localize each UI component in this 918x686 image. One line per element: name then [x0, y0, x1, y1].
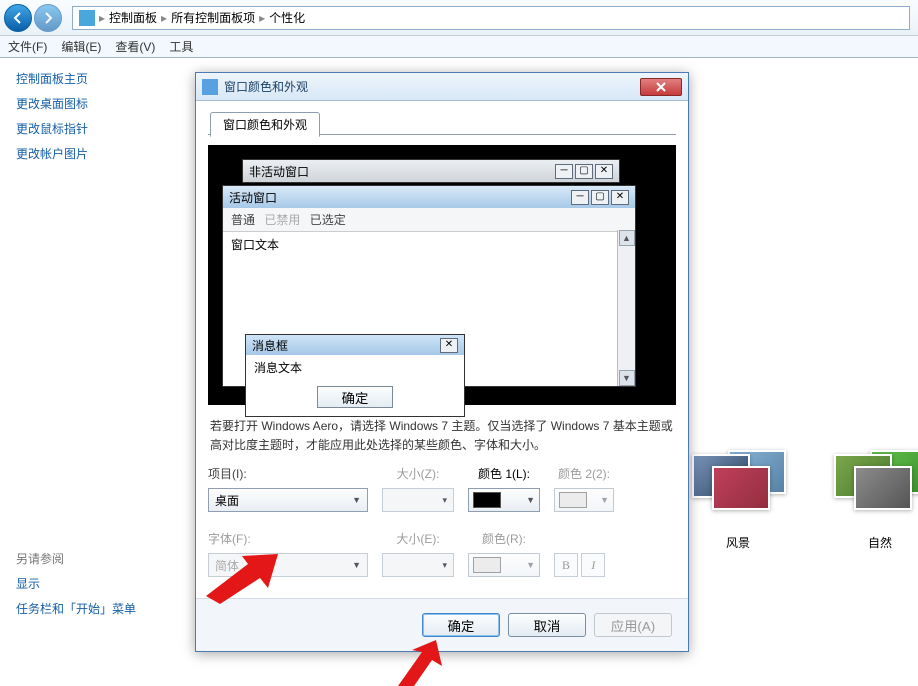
color1-label: 颜色 1(L): — [468, 465, 540, 482]
scroll-down-icon: ▼ — [619, 370, 635, 386]
sidebar: 控制面板主页 更改桌面图标 更改鼠标指针 更改帐户图片 另请参阅 显示 任务栏和… — [0, 58, 180, 686]
size-z-spinner: ▾ — [382, 488, 454, 512]
close-icon: ✕ — [611, 190, 629, 205]
control-panel-icon — [79, 10, 95, 26]
item-select[interactable]: 桌面 ▼ — [208, 488, 368, 512]
appearance-preview: 非活动窗口 ─ ▢ ✕ 活动窗口 ─ ▢ ✕ — [208, 145, 676, 405]
minimize-icon: ─ — [571, 190, 589, 205]
color2-label: 颜色 2(2): — [554, 465, 614, 482]
ok-button[interactable]: 确定 — [422, 613, 500, 637]
maximize-icon: ▢ — [575, 164, 593, 179]
preview-menu-disabled: 已禁用 — [264, 213, 300, 227]
theme-nature-label: 自然 — [832, 534, 918, 551]
preview-msg-title: 消息框 — [252, 337, 288, 354]
theme-nature[interactable]: 自然 — [832, 444, 918, 551]
theme-scenery-label: 风景 — [690, 534, 786, 551]
dialog-title-text: 窗口颜色和外观 — [224, 78, 640, 95]
annotation-arrow-icon — [206, 554, 278, 604]
maximize-icon: ▢ — [591, 190, 609, 205]
size-z-label: 大小(Z): — [382, 465, 454, 482]
dialog-tabbar: 窗口颜色和外观 — [208, 109, 676, 135]
preview-menu-normal: 普通 — [231, 213, 255, 227]
sidebar-link-desktop-icons[interactable]: 更改桌面图标 — [16, 95, 164, 112]
font-label: 字体(F): — [208, 530, 368, 547]
preview-msg-text: 消息文本 — [246, 355, 464, 382]
size-e-label: 大小(E): — [382, 530, 454, 547]
sidebar-link-display[interactable]: 显示 — [16, 575, 164, 592]
menu-tools[interactable]: 工具 — [169, 38, 193, 55]
item-label: 项目(I): — [208, 465, 368, 482]
preview-menu-selected: 已选定 — [310, 213, 346, 227]
preview-active-title: 活动窗口 — [229, 189, 277, 206]
menu-view[interactable]: 查看(V) — [115, 38, 155, 55]
dialog-titlebar[interactable]: 窗口颜色和外观 — [196, 73, 688, 101]
explorer-navbar: ▸ 控制面板 ▸ 所有控制面板项 ▸ 个性化 — [0, 0, 918, 36]
scroll-up-icon: ▲ — [619, 230, 635, 246]
minimize-icon: ─ — [555, 164, 573, 179]
color1-button[interactable]: ▼ — [468, 488, 540, 512]
preview-inactive-title: 非活动窗口 — [249, 163, 309, 180]
nav-back-button[interactable] — [4, 4, 32, 32]
menu-file[interactable]: 文件(F) — [8, 38, 47, 55]
menu-bar: 文件(F) 编辑(E) 查看(V) 工具 — [0, 36, 918, 58]
close-icon: ✕ — [595, 164, 613, 179]
color-r-label: 颜色(R): — [468, 530, 540, 547]
tab-window-color[interactable]: 窗口颜色和外观 — [210, 112, 320, 137]
sidebar-see-also-label: 另请参阅 — [16, 552, 64, 566]
breadcrumb-mid[interactable]: 所有控制面板项 — [171, 9, 255, 26]
italic-toggle: I — [581, 553, 605, 577]
sidebar-link-taskbar-start[interactable]: 任务栏和「开始」菜单 — [16, 600, 164, 617]
chevron-down-icon: ▼ — [352, 560, 361, 570]
dialog-icon — [202, 79, 218, 95]
breadcrumb-leaf[interactable]: 个性化 — [269, 9, 305, 26]
preview-inactive-window: 非活动窗口 ─ ▢ ✕ — [242, 159, 620, 183]
sidebar-home-link[interactable]: 控制面板主页 — [16, 72, 88, 86]
address-bar[interactable]: ▸ 控制面板 ▸ 所有控制面板项 ▸ 个性化 — [72, 6, 910, 30]
color2-button: ▼ — [554, 488, 614, 512]
preview-active-window: 活动窗口 ─ ▢ ✕ 普通 已禁用 已选定 窗口文本 ▲ ▼ — [222, 185, 636, 387]
preview-message-box: 消息框 ✕ 消息文本 确定 — [245, 334, 465, 417]
sidebar-link-account-picture[interactable]: 更改帐户图片 — [16, 145, 164, 162]
dialog-close-button[interactable] — [640, 78, 682, 96]
color-r-button: ▼ — [468, 553, 540, 577]
preview-msg-ok-button: 确定 — [317, 386, 393, 408]
item-select-value: 桌面 — [215, 492, 239, 509]
preview-scrollbar: ▲ ▼ — [617, 230, 635, 386]
bold-toggle: B — [554, 553, 578, 577]
breadcrumb-root[interactable]: 控制面板 — [109, 9, 157, 26]
menu-edit[interactable]: 编辑(E) — [61, 38, 101, 55]
apply-button: 应用(A) — [594, 613, 672, 637]
preview-window-text: 窗口文本 — [223, 232, 635, 257]
annotation-arrow-icon — [386, 640, 458, 686]
nav-forward-button[interactable] — [34, 4, 62, 32]
size-e-spinner: ▾ — [382, 553, 454, 577]
breadcrumb-sep-icon: ▸ — [99, 11, 105, 25]
theme-scenery[interactable]: 风景 — [690, 444, 786, 551]
chevron-down-icon: ▼ — [352, 495, 361, 505]
cancel-button[interactable]: 取消 — [508, 613, 586, 637]
aero-note: 若要打开 Windows Aero，请选择 Windows 7 主题。仅当选择了… — [210, 417, 674, 455]
close-icon: ✕ — [440, 338, 458, 353]
sidebar-link-mouse-pointer[interactable]: 更改鼠标指针 — [16, 120, 164, 137]
